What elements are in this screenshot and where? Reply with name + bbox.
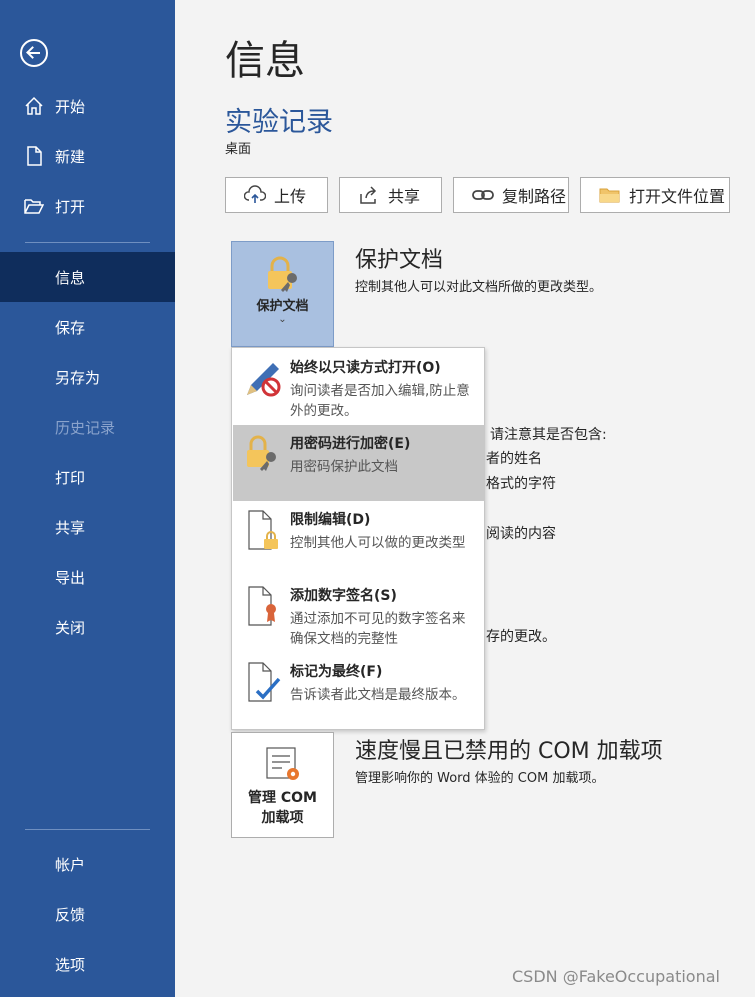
menu-item-description: 用密码保护此文档 <box>290 459 398 475</box>
upload-button-label: 上传 <box>274 187 307 206</box>
sidebar-item-new[interactable]: 新建 <box>0 131 175 181</box>
chevron-down-icon: ⌄ <box>278 314 287 325</box>
document-title: 实验记录 <box>225 107 333 138</box>
sidebar-item-label: 关闭 <box>55 618 86 637</box>
cloud-upload-icon <box>244 185 266 203</box>
sidebar-item-export[interactable]: 导出 <box>0 552 175 602</box>
copy-path-button[interactable]: 复制路径 <box>453 177 569 213</box>
inspect-item: 阅读的内容 <box>486 526 556 542</box>
protect-document-menu: 始终以只读方式打开(O) 询问读者是否加入编辑,防止意外的更改。 用密码进行加密… <box>231 347 485 730</box>
menu-item-encrypt-with-password[interactable]: 用密码进行加密(E) 用密码保护此文档 <box>233 425 485 501</box>
menu-item-add-digital-signature[interactable]: 添加数字签名(S) 通过添加不可见的数字签名来确保文档的完整性 <box>233 577 485 653</box>
menu-item-title: 用密码进行加密(E) <box>290 436 411 452</box>
lock-key-icon <box>247 435 276 471</box>
sidebar-item-label: 历史记录 <box>55 418 116 437</box>
protect-section-title: 保护文档 <box>355 248 444 273</box>
share-button[interactable]: 共享 <box>339 177 442 213</box>
addin-settings-icon <box>266 747 299 780</box>
document-check-icon <box>248 662 281 702</box>
watermark: CSDN @FakeOccupational <box>512 967 720 986</box>
sidebar-item-label: 选项 <box>55 955 86 974</box>
menu-item-title: 始终以只读方式打开(O) <box>290 360 441 376</box>
home-icon <box>25 96 43 115</box>
menu-item-title: 添加数字签名(S) <box>290 588 397 604</box>
folder-icon <box>599 188 620 203</box>
new-document-icon <box>27 146 42 166</box>
sidebar-item-info[interactable]: 信息 <box>0 252 175 302</box>
sidebar-item-feedback[interactable]: 反馈 <box>0 889 175 939</box>
pencil-prohibited-icon <box>247 363 281 397</box>
sidebar-item-save[interactable]: 保存 <box>0 302 175 352</box>
upload-button[interactable]: 上传 <box>225 177 328 213</box>
menu-item-mark-as-final[interactable]: 标记为最终(F) 告诉读者此文档是最终版本。 <box>233 653 485 729</box>
sidebar-item-label: 反馈 <box>55 905 86 924</box>
menu-item-title: 标记为最终(F) <box>290 664 383 680</box>
menu-item-description: 控制其他人可以做的更改类型 <box>290 535 466 551</box>
sidebar-item-label: 新建 <box>55 147 86 166</box>
sidebar-item-history: 历史记录 <box>0 402 175 452</box>
sidebar-item-label: 共享 <box>55 518 86 537</box>
protect-document-label: 保护文档 <box>256 299 309 314</box>
sidebar-item-print[interactable]: 打印 <box>0 452 175 502</box>
manage-com-label-line2: 加载项 <box>261 810 304 826</box>
open-folder-icon <box>24 199 44 214</box>
com-section-description: 管理影响你的 Word 体验的 COM 加载项。 <box>355 771 605 786</box>
sidebar-item-label: 保存 <box>55 318 86 337</box>
menu-item-title: 限制编辑(D) <box>290 512 371 528</box>
open-file-location-button[interactable]: 打开文件位置 <box>580 177 730 213</box>
sidebar-item-label: 打开 <box>55 197 86 216</box>
sidebar-item-save-as[interactable]: 另存为 <box>0 352 175 402</box>
sidebar-item-label: 另存为 <box>55 368 101 387</box>
sidebar-item-label: 信息 <box>55 268 86 287</box>
sidebar-item-label: 导出 <box>55 568 86 587</box>
protect-document-button[interactable]: 保护文档 ⌄ <box>231 241 334 347</box>
sidebar-item-account[interactable]: 帐户 <box>0 839 175 889</box>
inspect-note: 请注意其是否包含: <box>490 427 607 443</box>
menu-item-restrict-editing[interactable]: 限制编辑(D) 控制其他人可以做的更改类型 <box>233 501 485 577</box>
inspect-item: 格式的字符 <box>486 476 556 492</box>
page-title: 信息 <box>225 38 305 84</box>
share-icon <box>360 186 377 204</box>
back-arrow-icon[interactable] <box>20 39 48 67</box>
document-ribbon-icon <box>248 586 276 626</box>
sidebar-divider <box>25 829 150 830</box>
manage-com-label: 管理 COM 加载项 <box>232 788 333 828</box>
com-section-title: 速度慢且已禁用的 COM 加载项 <box>355 739 663 764</box>
sidebar-item-share[interactable]: 共享 <box>0 502 175 552</box>
menu-item-description: 通过添加不可见的数字签名来确保文档的完整性 <box>290 611 466 647</box>
protect-section-description: 控制其他人可以对此文档所做的更改类型。 <box>355 280 603 295</box>
manage-com-label-line1: 管理 COM <box>248 790 317 806</box>
sidebar-item-home[interactable]: 开始 <box>0 81 175 131</box>
menu-item-description: 告诉读者此文档是最终版本。 <box>290 687 466 703</box>
menu-item-description: 询问读者是否加入编辑,防止意外的更改。 <box>290 383 470 419</box>
document-location: 桌面 <box>225 142 252 157</box>
share-button-label: 共享 <box>388 187 421 206</box>
sidebar-item-label: 打印 <box>55 468 86 487</box>
copy-path-button-label: 复制路径 <box>502 187 567 206</box>
sidebar-item-label: 帐户 <box>55 855 86 874</box>
document-lock-icon <box>248 510 278 550</box>
menu-item-always-open-read-only[interactable]: 始终以只读方式打开(O) 询问读者是否加入编辑,防止意外的更改。 <box>233 349 485 425</box>
sidebar-item-label: 开始 <box>55 97 86 116</box>
inspect-item: 者的姓名 <box>486 451 542 467</box>
open-file-location-label: 打开文件位置 <box>629 187 726 206</box>
manage-com-addins-button[interactable]: 管理 COM 加载项 <box>231 732 334 838</box>
versions-note: 存的更改。 <box>486 629 556 645</box>
lock-key-icon <box>268 256 297 292</box>
link-icon <box>472 190 494 200</box>
backstage-sidebar: 开始 新建 打开 信息 保存 另存为 历史记录 打印 共享 导出 关闭 帐户 反… <box>0 0 175 997</box>
sidebar-item-close[interactable]: 关闭 <box>0 602 175 652</box>
sidebar-divider <box>25 242 150 243</box>
sidebar-item-open[interactable]: 打开 <box>0 181 175 231</box>
sidebar-item-options[interactable]: 选项 <box>0 939 175 989</box>
